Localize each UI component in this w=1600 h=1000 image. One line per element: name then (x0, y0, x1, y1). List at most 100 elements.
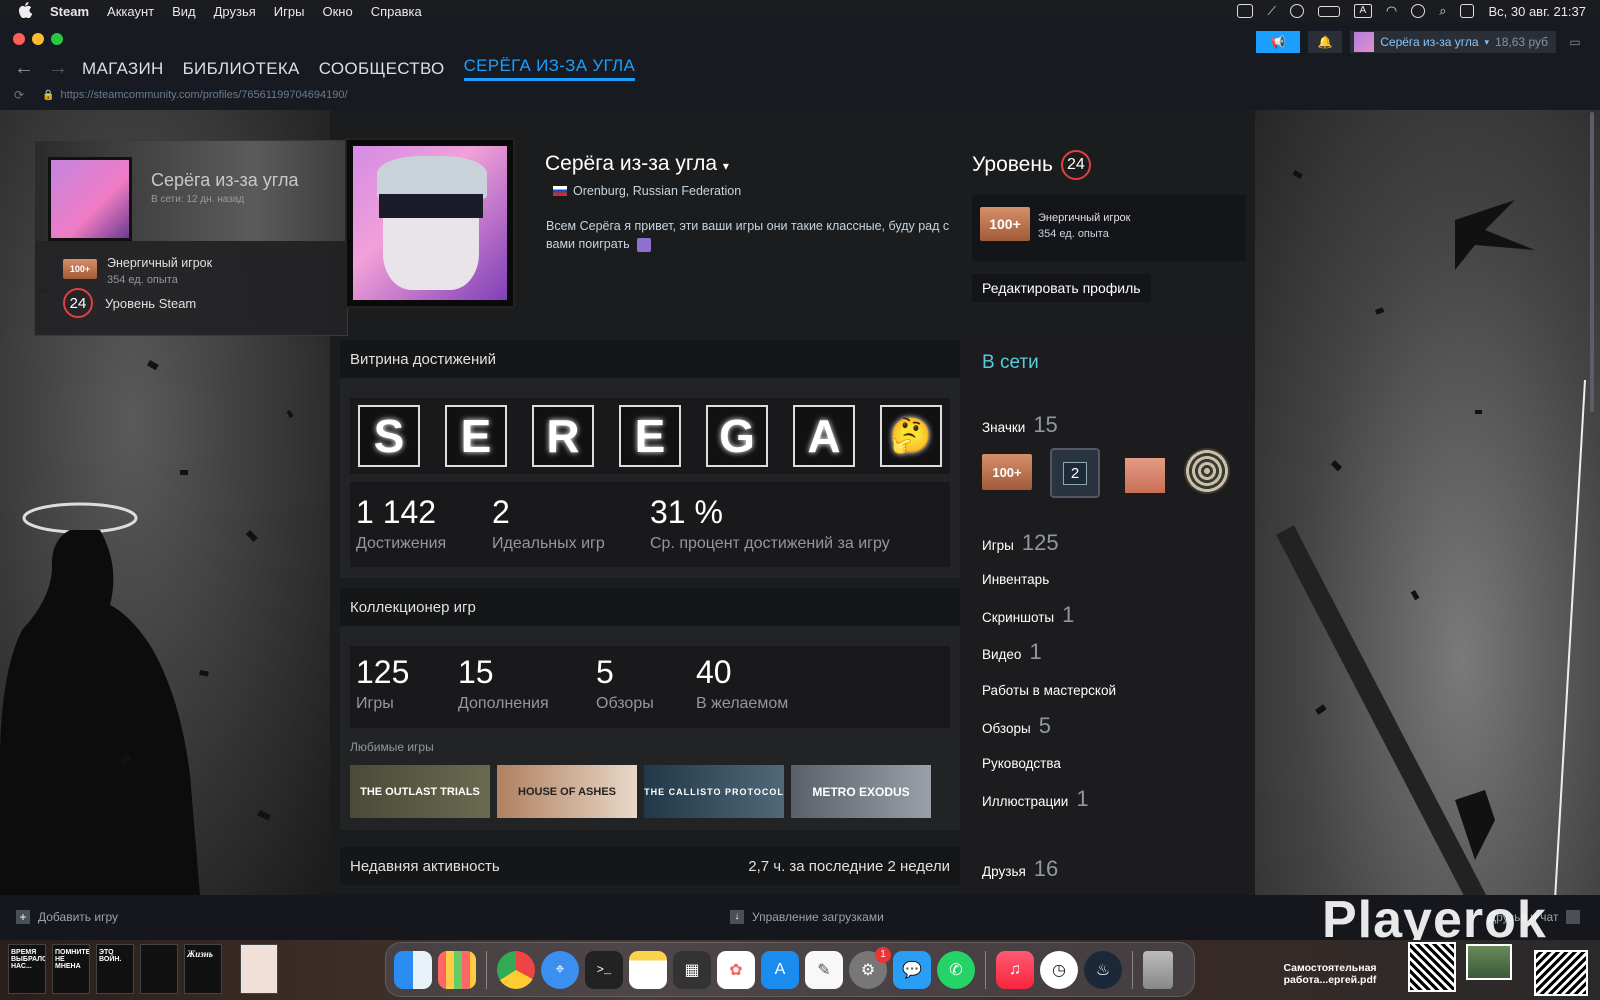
stat-reviews[interactable]: 5 Обзоры (596, 654, 654, 713)
guides-link[interactable]: Руководства (982, 756, 1061, 771)
stat-perfect-games[interactable]: 2 Идеальных игр (492, 494, 605, 553)
inventory-link[interactable]: Инвентарь (982, 572, 1049, 587)
profile-avatar[interactable] (347, 140, 513, 306)
featured-badge[interactable]: 100+ Энергичный игрок 354 ед. опыта (972, 195, 1246, 261)
desktop-photo-thumb[interactable] (1466, 944, 1512, 980)
stat-dlc[interactable]: 15 Дополнения (458, 654, 549, 713)
game-capsule-callisto-protocol[interactable]: THE CALLISTO PROTOCOL (644, 765, 784, 818)
desktop-thumb-5[interactable]: Жизнь (184, 944, 222, 994)
nav-profile[interactable]: СЕРЁГА ИЗ-ЗА УГЛА (463, 56, 636, 81)
desktop-thumb-4[interactable] (140, 944, 178, 994)
control-center-icon[interactable] (1460, 4, 1475, 18)
energetic-badge-icon[interactable]: 100+ (982, 454, 1032, 490)
games-link[interactable]: Игры 125 (982, 530, 1059, 556)
page-scrollbar[interactable] (1590, 112, 1594, 412)
videos-link[interactable]: Видео 1 (982, 639, 1042, 665)
achievement-icon-r[interactable]: R (532, 405, 594, 467)
game-capsule-metro-exodus[interactable]: METRO EXODUS (791, 765, 931, 818)
desktop-thumb-3[interactable]: ЭТО ВОЙН. (96, 944, 134, 994)
achievement-icon-g[interactable]: G (706, 405, 768, 467)
whatsapp-icon[interactable]: ✆ (937, 950, 975, 989)
achievement-icon-a[interactable]: A (793, 405, 855, 467)
system-settings-icon[interactable]: ⚙ 1 (849, 946, 891, 989)
steam-icon[interactable]: ♨ (1084, 950, 1122, 989)
edit-profile-button[interactable]: Редактировать профиль (972, 274, 1151, 302)
achievement-icon-e2[interactable]: E (619, 405, 681, 467)
desktop-thumb-2[interactable]: ПОМНИТЕ НЕ МНЕНА (52, 944, 90, 994)
manage-downloads-button[interactable]: ↓ Управление загрузками (730, 910, 884, 924)
terminal-icon[interactable]: >_ (585, 950, 623, 989)
nav-community[interactable]: СООБЩЕСТВО (319, 59, 445, 79)
minimize-window-button[interactable] (32, 33, 44, 45)
messenger-icon[interactable]: 💬 (893, 950, 931, 989)
game-capsule-house-of-ashes[interactable]: HOUSE OF ASHES (497, 765, 637, 818)
reviews-link[interactable]: Обзоры 5 (982, 713, 1051, 739)
calculator-icon[interactable]: ▦ (673, 950, 711, 989)
launchpad-icon[interactable] (438, 950, 476, 989)
status-app-icon[interactable] (1237, 4, 1254, 18)
menu-help[interactable]: Справка (371, 4, 422, 19)
artwork-link[interactable]: Иллюстрации 1 (982, 786, 1089, 812)
recent-activity-title[interactable]: Недавняя активность (350, 858, 500, 875)
desktop-qr-thumb[interactable] (1408, 942, 1456, 992)
desktop-thumb-6[interactable] (240, 944, 278, 994)
menu-games[interactable]: Игры (274, 4, 305, 19)
stat-avg-completion[interactable]: 31 % Ср. процент достижений за игру (650, 494, 890, 553)
app-store-icon[interactable]: A (761, 950, 799, 989)
workshop-link[interactable]: Работы в мастерской (982, 683, 1116, 698)
menu-friends[interactable]: Друзья (214, 4, 256, 19)
refresh-icon[interactable]: ⟳ (14, 88, 24, 102)
stat-wishlist[interactable]: 40 В желаемом (696, 654, 788, 713)
announcements-button[interactable]: 📢 (1256, 31, 1301, 53)
game-capsule-outlast-trials[interactable]: THE OUTLAST TRIALS (350, 765, 490, 818)
desktop-thumb-1[interactable]: ВРЕМЯ ВЫБРАЛО НАС... (8, 944, 46, 994)
zoom-window-button[interactable] (51, 33, 63, 45)
nav-library[interactable]: БИБЛИОТЕКА (183, 59, 300, 79)
close-window-button[interactable] (13, 33, 25, 45)
nav-store[interactable]: МАГАЗИН (82, 59, 164, 79)
friends-link[interactable]: Друзья 16 (982, 856, 1058, 882)
url-text[interactable]: https://steamcommunity.com/profiles/7656… (61, 89, 348, 101)
forward-arrow-icon[interactable]: → (48, 57, 68, 80)
chrome-icon[interactable] (497, 950, 535, 989)
battery-icon[interactable] (1317, 5, 1340, 17)
clock-icon[interactable]: ◷ (1040, 950, 1078, 989)
trash-icon[interactable] (1143, 950, 1173, 989)
achievement-icon-thinking[interactable]: 🤔 (880, 405, 942, 467)
safari-icon[interactable]: ⌖ (541, 950, 579, 989)
screenshots-link[interactable]: Скриншоты 1 (982, 602, 1074, 628)
wifi-icon[interactable]: ◠ (1386, 3, 1397, 19)
add-game-button[interactable]: + Добавить игру (16, 910, 118, 924)
badge-years-service-icon[interactable]: 2 (1050, 448, 1100, 498)
chevron-down-icon[interactable]: ▾ (723, 159, 729, 173)
notes-icon[interactable] (629, 950, 667, 989)
textedit-icon[interactable]: ✎ (805, 950, 843, 989)
achievement-icon-e[interactable]: E (445, 405, 507, 467)
desktop-pdf-file[interactable]: Самостоятельная работа...ергей.pdf (1270, 962, 1390, 986)
finder-icon[interactable] (394, 950, 432, 989)
menubar-clock[interactable]: Вс, 30 авг. 21:37 (1488, 4, 1586, 19)
achievement-icon-s[interactable]: S (358, 405, 420, 467)
account-menu[interactable]: Серёга из-за угла ▾ 18,63 руб (1350, 31, 1556, 53)
photos-icon[interactable]: ✿ (717, 950, 755, 989)
play-icon[interactable] (1289, 4, 1304, 18)
notifications-bell-icon[interactable]: 🔔 (1308, 31, 1343, 53)
desktop-qr-thumb-2[interactable] (1534, 950, 1588, 996)
stat-achievements[interactable]: 1 142 Достижения (356, 494, 446, 553)
spotlight-icon[interactable]: ⌕ (1439, 3, 1446, 19)
badges-link[interactable]: Значки 15 (982, 412, 1058, 438)
badge-spiral-icon[interactable] (1184, 448, 1230, 494)
keyboard-layout-icon[interactable]: A (1353, 4, 1372, 18)
big-picture-icon[interactable]: ▭ (1564, 31, 1586, 53)
level-circle[interactable]: 24 (1060, 150, 1091, 180)
sound-off-icon[interactable]: ⟋ (1267, 4, 1275, 19)
user-icon[interactable] (1411, 4, 1426, 18)
badge-mail-icon[interactable] (1125, 458, 1165, 493)
music-icon[interactable]: ♫ (996, 950, 1034, 989)
menu-view[interactable]: Вид (172, 4, 196, 19)
menu-app-name[interactable]: Steam (50, 4, 89, 19)
menu-window[interactable]: Окно (322, 4, 352, 19)
profile-name[interactable]: Серёга из-за угла ▾ (545, 152, 729, 176)
menu-account[interactable]: Аккаунт (107, 4, 154, 19)
back-arrow-icon[interactable]: ← (14, 57, 34, 80)
